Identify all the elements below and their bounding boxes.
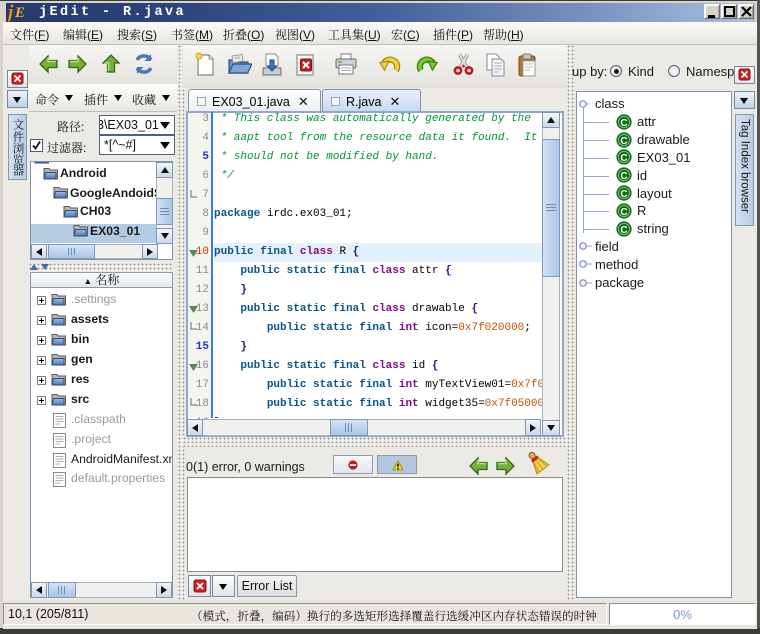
svg-text:C: C <box>620 118 627 129</box>
svg-text:j: j <box>8 2 14 22</box>
svg-text:C: C <box>620 189 627 200</box>
svg-text:C: C <box>620 153 627 164</box>
svg-text:C: C <box>620 225 627 236</box>
svg-text:C: C <box>620 171 627 182</box>
svg-text:E: E <box>14 5 25 21</box>
svg-text:C: C <box>620 136 627 147</box>
svg-text:C: C <box>620 207 627 218</box>
